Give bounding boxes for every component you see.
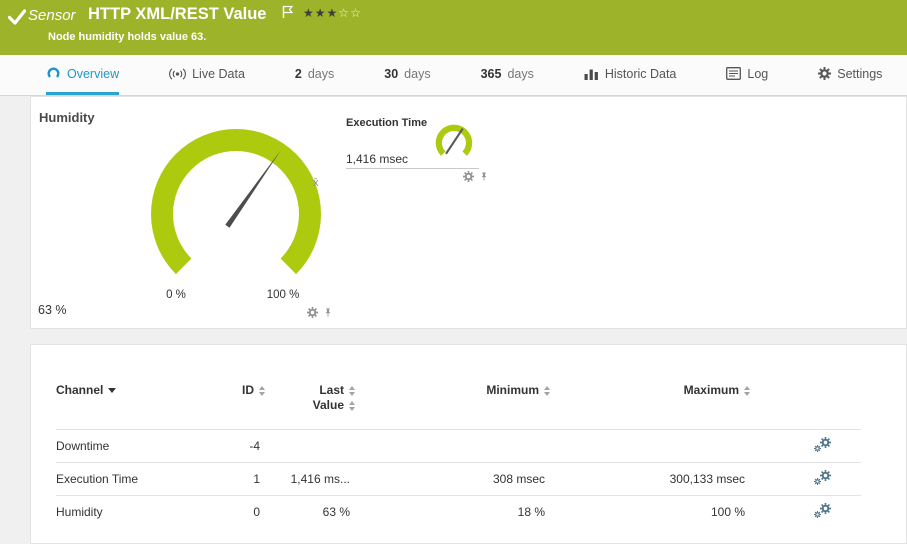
tab-2-days[interactable]: 2 days — [295, 55, 334, 95]
mini-gauge-value: 1,416 msec — [346, 152, 408, 166]
gauge-current-value: 63 % — [38, 303, 67, 317]
tab-2-days-number: 2 — [295, 67, 302, 81]
column-header-last-label: Last — [319, 383, 344, 398]
page-title: HTTP XML/REST Value — [88, 5, 266, 24]
chevron-down-icon — [108, 388, 116, 393]
gauge-max-label: 100 % — [259, 289, 307, 301]
log-list-icon — [726, 67, 741, 80]
tab-overview[interactable]: Overview — [46, 55, 119, 95]
gear-icon[interactable] — [307, 307, 318, 318]
pin-icon[interactable] — [479, 171, 489, 182]
sort-icon[interactable] — [349, 401, 356, 411]
bar-chart-icon — [584, 67, 599, 80]
channel-table: Channel ID Last Value Minimum Maximum Do… — [31, 345, 906, 528]
priority-flag-icon[interactable] — [282, 5, 294, 19]
channel-id: 1 — [206, 472, 266, 486]
sort-icon[interactable] — [349, 386, 356, 396]
star-empty-icon[interactable]: ☆ — [350, 6, 362, 20]
gauge-panel-title: Humidity — [39, 110, 95, 125]
column-header-minimum[interactable]: Minimum — [356, 383, 551, 429]
table-row: Execution Time 1 1,416 ms... 308 msec 30… — [56, 462, 861, 495]
channel-last-value: 1,416 ms... — [266, 472, 356, 486]
channel-settings-icon[interactable] — [814, 470, 831, 485]
gauge-average-marker: x̄ — [313, 177, 319, 189]
overview-gauge-panel: Humidity 0 % 100 % x̄ 63 % Execution Tim… — [30, 96, 907, 329]
tab-settings-label: Settings — [837, 67, 882, 81]
star-filled-icon[interactable]: ★ — [315, 6, 327, 20]
gear-icon — [818, 67, 831, 80]
sort-icon[interactable] — [744, 386, 751, 396]
tab-30-days-unit: days — [404, 67, 430, 81]
mini-gauge-toolbar — [463, 171, 489, 182]
gear-icon — [814, 445, 821, 452]
channel-minimum: 18 % — [356, 505, 551, 519]
tab-historic-data[interactable]: Historic Data — [584, 55, 677, 95]
column-header-value-label: Value — [313, 398, 344, 413]
tab-2-days-unit: days — [308, 67, 334, 81]
tab-historic-data-label: Historic Data — [605, 67, 677, 81]
sensor-header: Sensor HTTP XML/REST Value ★★★☆☆ Node hu… — [0, 0, 907, 55]
column-header-last-value[interactable]: Last Value — [266, 383, 356, 429]
star-filled-icon[interactable]: ★ — [327, 6, 339, 20]
tab-settings[interactable]: Settings — [818, 55, 882, 95]
column-header-channel-label: Channel — [56, 383, 103, 398]
channel-settings-icon[interactable] — [814, 503, 831, 518]
tab-live-data[interactable]: Live Data — [169, 55, 245, 95]
channel-id: 0 — [206, 505, 266, 519]
gauge-min-label: 0 % — [156, 289, 196, 301]
tab-365-days[interactable]: 365 days — [481, 55, 534, 95]
mini-gauge-title: Execution Time — [346, 117, 427, 129]
channel-name: Downtime — [56, 439, 206, 453]
tab-365-days-number: 365 — [481, 67, 502, 81]
channel-settings-icon[interactable] — [814, 437, 831, 452]
channel-maximum: 300,133 msec — [551, 472, 751, 486]
gear-icon[interactable] — [463, 171, 474, 182]
gauge-toolbar — [307, 307, 333, 318]
tab-365-days-unit: days — [507, 67, 533, 81]
channel-table-panel: Channel ID Last Value Minimum Maximum Do… — [30, 344, 907, 544]
mini-gauge-needle — [446, 129, 462, 153]
tab-log-label: Log — [747, 67, 768, 81]
gear-icon — [820, 470, 831, 481]
table-header-row: Channel ID Last Value Minimum Maximum — [56, 383, 861, 429]
table-row: Downtime -4 — [56, 429, 861, 462]
sort-icon[interactable] — [544, 386, 551, 396]
live-data-icon — [169, 67, 186, 81]
tab-overview-label: Overview — [67, 67, 119, 81]
column-header-maximum-label: Maximum — [684, 383, 739, 398]
tab-log[interactable]: Log — [726, 55, 768, 95]
object-kind-label: Sensor — [28, 7, 76, 24]
sensor-status-message: Node humidity holds value 63. — [48, 31, 206, 43]
column-header-maximum[interactable]: Maximum — [551, 383, 751, 429]
execution-time-gauge — [431, 121, 479, 169]
sort-icon[interactable] — [259, 386, 266, 396]
gear-icon — [820, 437, 831, 448]
status-check-icon — [8, 9, 26, 25]
column-header-minimum-label: Minimum — [486, 383, 539, 398]
gear-icon — [814, 478, 821, 485]
tab-30-days[interactable]: 30 days — [384, 55, 430, 95]
table-row: Humidity 0 63 % 18 % 100 % — [56, 495, 861, 528]
channel-name: Humidity — [56, 505, 206, 519]
column-header-id-label: ID — [242, 383, 254, 398]
priority-stars[interactable]: ★★★☆☆ — [303, 6, 362, 20]
column-header-id[interactable]: ID — [206, 383, 266, 429]
gear-icon — [814, 511, 821, 518]
star-empty-icon[interactable]: ☆ — [338, 6, 350, 20]
tab-bar: Overview Live Data 2 days 30 days 365 da… — [0, 55, 907, 96]
overview-gauge-icon — [46, 66, 61, 81]
mini-gauge-baseline — [346, 168, 479, 169]
channel-maximum: 100 % — [551, 505, 751, 519]
channel-last-value: 63 % — [266, 505, 356, 519]
column-header-channel[interactable]: Channel — [56, 383, 206, 429]
gear-icon — [820, 503, 831, 514]
star-filled-icon[interactable]: ★ — [303, 6, 315, 20]
column-header-actions — [751, 383, 861, 429]
channel-minimum: 308 msec — [356, 472, 551, 486]
tab-30-days-number: 30 — [384, 67, 398, 81]
tab-live-data-label: Live Data — [192, 67, 245, 81]
channel-id: -4 — [206, 439, 266, 453]
channel-name: Execution Time — [56, 472, 206, 486]
pin-icon[interactable] — [323, 307, 333, 318]
